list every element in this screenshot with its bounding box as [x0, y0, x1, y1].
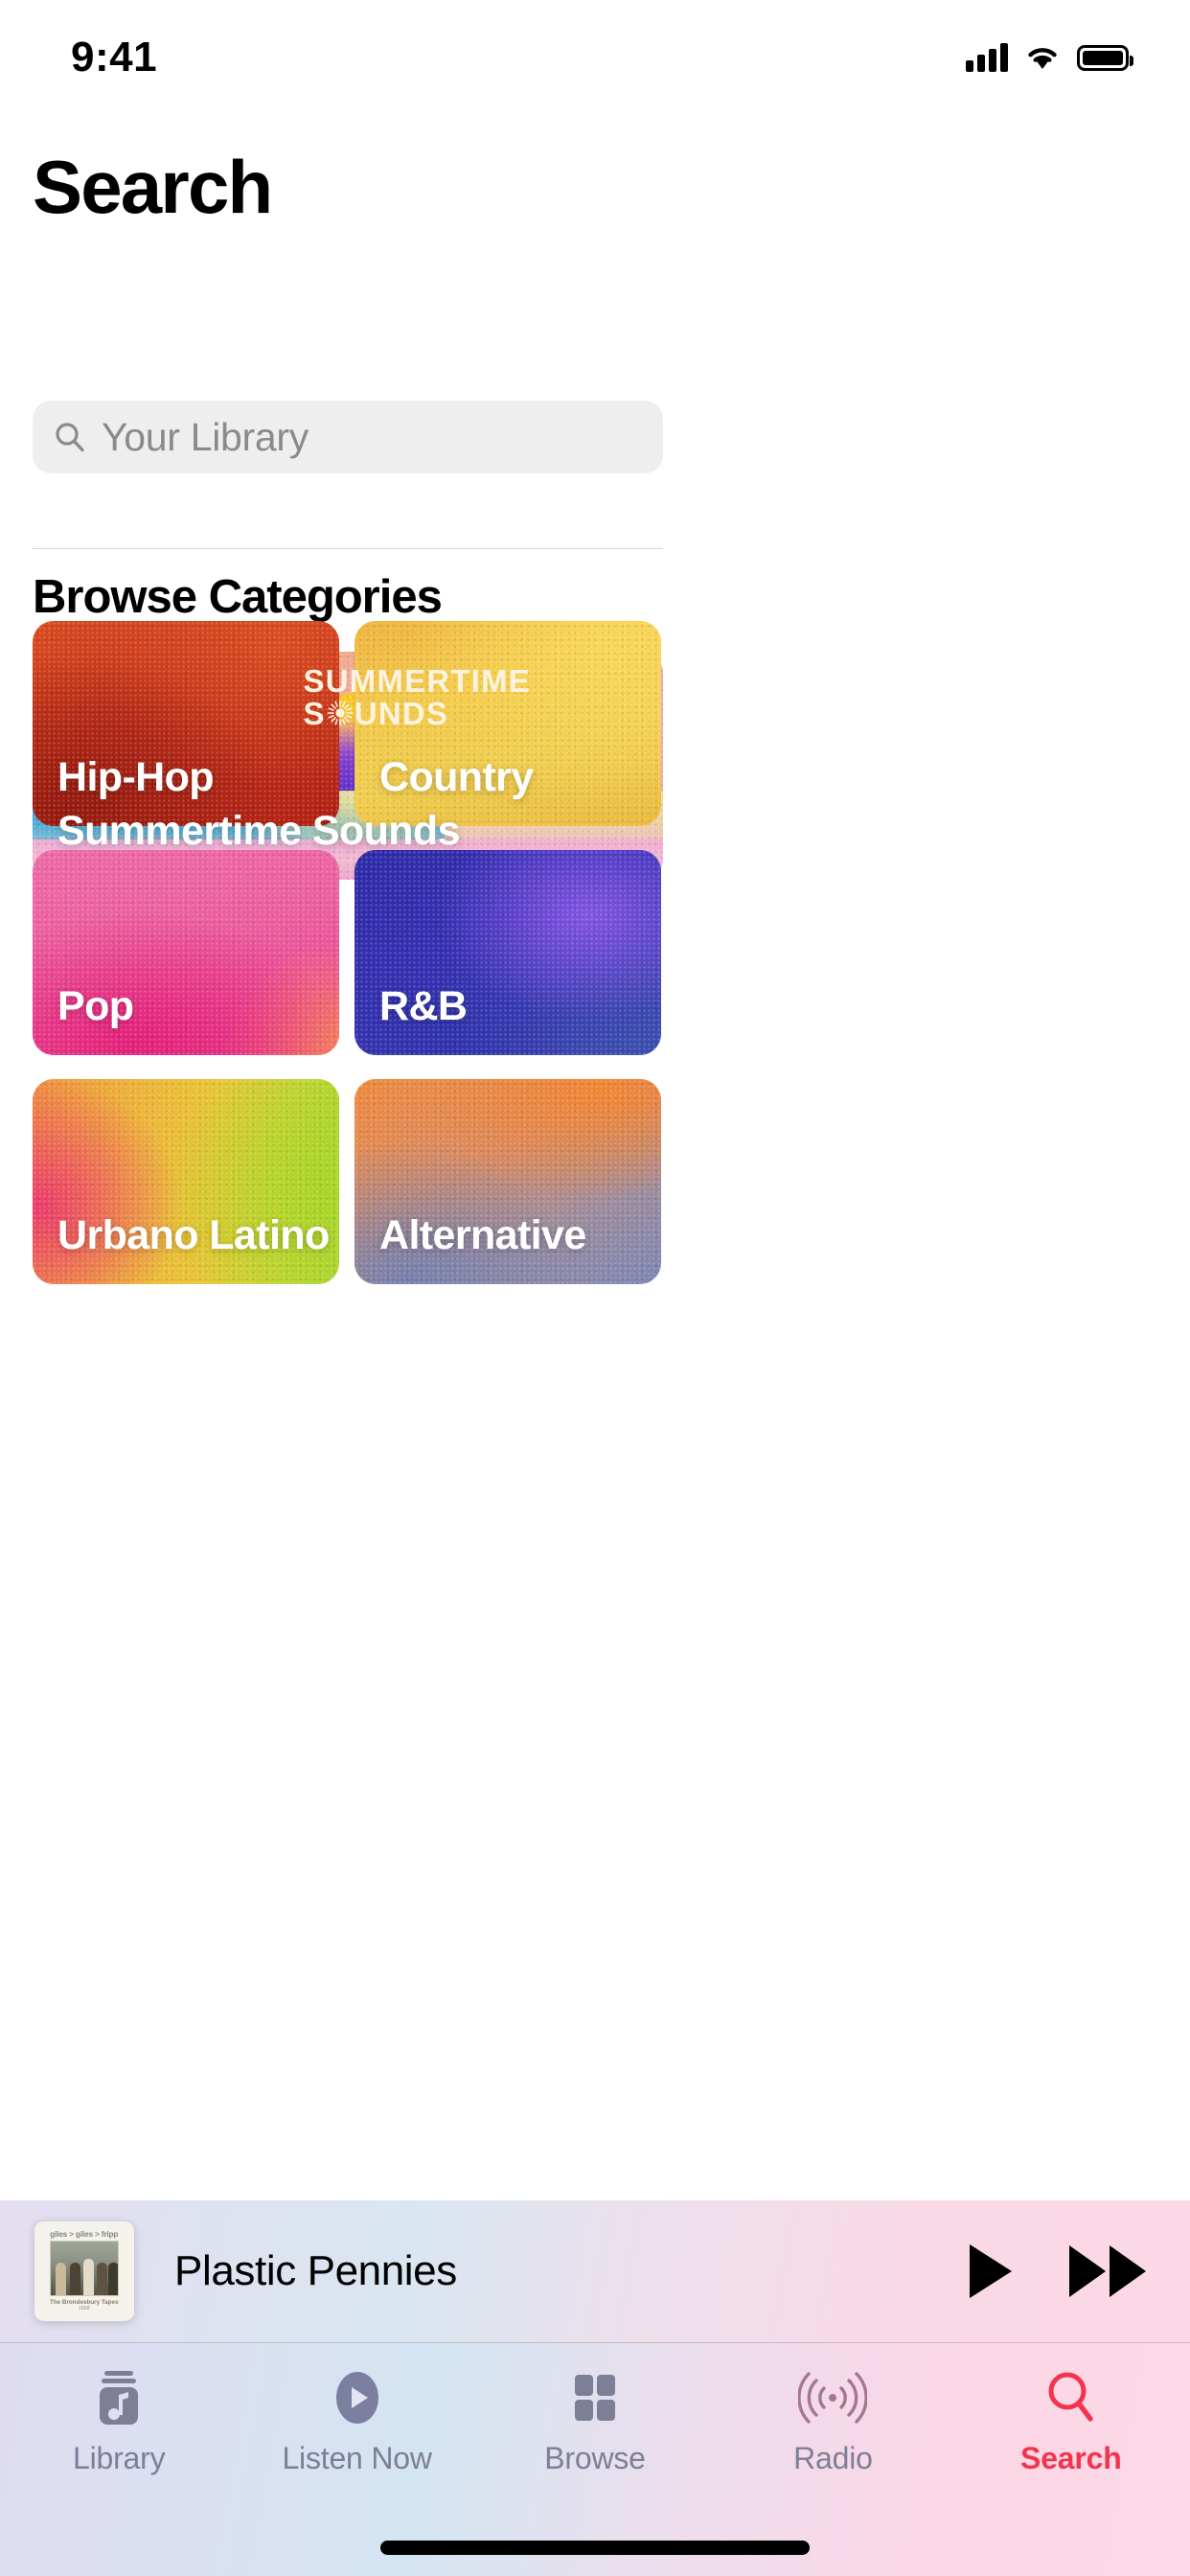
tab-library[interactable]: Library	[0, 2368, 238, 2476]
play-button[interactable]	[966, 2242, 1016, 2301]
radio-waves-icon	[798, 2368, 868, 2427]
category-tile-label: Alternative	[379, 1212, 586, 1258]
category-tile-label: Pop	[57, 983, 134, 1029]
tab-label: Browse	[544, 2441, 646, 2475]
sunburst-icon	[327, 700, 354, 726]
tab-browse[interactable]: Browse	[476, 2368, 714, 2476]
category-tile-urbano-latino[interactable]: Urbano Latino	[33, 1079, 339, 1284]
category-tile-pop[interactable]: Pop	[33, 850, 339, 1055]
search-icon	[1043, 2368, 1099, 2427]
tab-label: Search	[1020, 2441, 1122, 2475]
tab-label: Listen Now	[282, 2441, 432, 2475]
banner-logo-line2-after: UNDS	[354, 695, 449, 731]
category-tile-label: Hip-Hop	[57, 754, 215, 800]
tab-label: Library	[72, 2441, 166, 2475]
home-indicator[interactable]	[380, 2541, 810, 2555]
category-tile-label: R&B	[379, 983, 468, 1029]
artwork-title-text: giles > giles > fripp	[50, 2229, 119, 2239]
category-tile-label: Country	[379, 754, 534, 800]
music-search-screen: 9:41 Search Your Library Browse Categori…	[0, 0, 1190, 2576]
grid-icon	[567, 2368, 623, 2427]
browse-categories-grid: SUMMERTIME S UNDS Summertime Sounds Hip-…	[0, 0, 1190, 2576]
banner-logo-line2: S UNDS	[303, 695, 532, 731]
tab-listen-now[interactable]: Listen Now	[238, 2368, 475, 2476]
album-artwork[interactable]: giles > giles > fripp The Brondesbury Ta…	[34, 2221, 134, 2321]
fast-forward-icon	[1069, 2245, 1146, 2297]
fast-forward-button[interactable]	[1067, 2242, 1148, 2301]
category-tile-hip-hop[interactable]: Hip-Hop	[33, 621, 339, 826]
artwork-photo	[50, 2241, 119, 2296]
tab-radio[interactable]: Radio	[714, 2368, 951, 2476]
play-circle-icon	[330, 2368, 385, 2427]
now-playing-bar[interactable]: giles > giles > fripp The Brondesbury Ta…	[0, 2200, 1190, 2342]
banner-logo-line2-before: S	[303, 695, 326, 731]
library-icon	[92, 2368, 146, 2427]
category-tile-label: Urbano Latino	[57, 1212, 330, 1258]
banner-logo-line1: SUMMERTIME	[303, 663, 531, 699]
tab-label: Radio	[793, 2441, 873, 2475]
tab-search[interactable]: Search	[952, 2368, 1190, 2476]
now-playing-track-title: Plastic Pennies	[174, 2247, 457, 2294]
category-tile-label: Summertime Sounds	[57, 808, 460, 854]
play-icon	[970, 2244, 1012, 2298]
category-tile-alternative[interactable]: Alternative	[355, 1079, 661, 1284]
artwork-album-text: The Brondesbury Tapes	[50, 2299, 119, 2306]
banner-logo: SUMMERTIME S UNDS	[304, 665, 532, 729]
now-playing-controls	[966, 2242, 1148, 2301]
category-tile-rnb[interactable]: R&B	[355, 850, 661, 1055]
artwork-year-text: 1968	[78, 2306, 91, 2312]
